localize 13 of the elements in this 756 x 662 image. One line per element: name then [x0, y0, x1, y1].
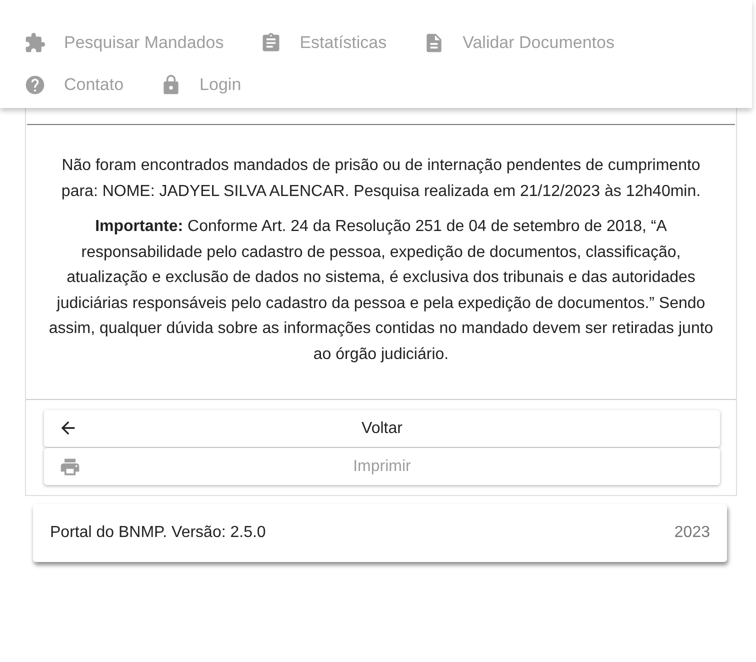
year-text: 2023 [674, 524, 710, 542]
nav-link[interactable]: Estatísticas [260, 24, 423, 62]
nav-link[interactable]: Login [160, 66, 278, 104]
result-message: Não foram encontrados mandados de prisão ou de internação pendentes de cumprimento para: NOME: JADYEL SILVA ALENCAR. Pesquisa realizada em 21/12/2023 às 12h40min. [60, 156, 702, 202]
nav-link[interactable]: Pesquisar Mandados [24, 24, 260, 62]
version-text: Portal do BNMP. Versão: 2.5.0 [50, 524, 266, 542]
help-icon [24, 74, 46, 96]
puzzle-icon [24, 32, 46, 54]
nav-link[interactable]: Validar Documentos [422, 24, 650, 62]
nav-link[interactable]: Contato [24, 66, 160, 104]
printer-icon [58, 456, 82, 478]
notice-paragraph: Importante: Conforme Art. 24 da Resolução 251 de 04 de setembro de 2018, “A responsabilidade pelo cadastro de pessoa, expedição de documentos, classificação, atualização e exclusão de dados no sistema, é exclusiva dos tribunais e das autoridades judiciárias responsáveis pelo cadastro da pessoa e pela expedição de documentos.” Sendo assim, qualquer dúvida sobre as informações contidas no mandado devem ser retiradas junto ao órgão judiciário. [48, 217, 714, 364]
action-button[interactable]: Voltar [44, 410, 720, 447]
